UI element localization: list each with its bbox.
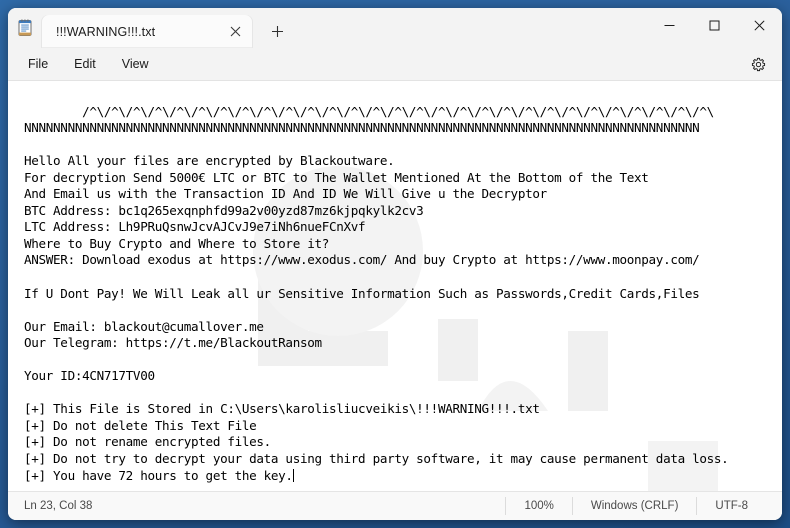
text-caret (292, 468, 294, 482)
desktop-background: !!!WARNING!!!.txt File Edit View /^\/^\/… (0, 0, 790, 528)
tab-label: !!!WARNING!!!.txt (56, 24, 156, 39)
cursor-position: Ln 23, Col 38 (24, 500, 93, 512)
text-content[interactable]: /^\/^\/^\/^\/^\/^\/^\/^\/^\/^\/^\/^\/^\/… (8, 81, 782, 491)
tab-close-icon[interactable] (222, 19, 248, 45)
menu-edit[interactable]: Edit (62, 52, 108, 76)
line-ending[interactable]: Windows (CRLF) (571, 497, 697, 515)
close-button[interactable] (737, 8, 782, 42)
menu-file[interactable]: File (16, 52, 60, 76)
gear-icon[interactable] (744, 51, 772, 77)
new-tab-button[interactable] (262, 16, 292, 46)
editor-area[interactable]: /^\/^\/^\/^\/^\/^\/^\/^\/^\/^\/^\/^\/^\/… (8, 81, 782, 491)
zoom-level[interactable]: 100% (505, 497, 571, 515)
notepad-icon (8, 8, 42, 48)
minimize-button[interactable] (647, 8, 692, 42)
tab-warning-txt[interactable]: !!!WARNING!!!.txt (42, 15, 252, 48)
maximize-button[interactable] (692, 8, 737, 42)
title-bar[interactable]: !!!WARNING!!!.txt (8, 8, 782, 48)
menu-view[interactable]: View (110, 52, 161, 76)
document-text: /^\/^\/^\/^\/^\/^\/^\/^\/^\/^\/^\/^\/^\/… (24, 103, 729, 483)
window-controls (647, 8, 782, 42)
encoding[interactable]: UTF-8 (696, 497, 782, 515)
status-bar: Ln 23, Col 38 100% Windows (CRLF) UTF-8 (8, 491, 782, 520)
menu-bar: File Edit View (8, 48, 782, 81)
notepad-window: !!!WARNING!!!.txt File Edit View /^\/^\/… (8, 8, 782, 520)
